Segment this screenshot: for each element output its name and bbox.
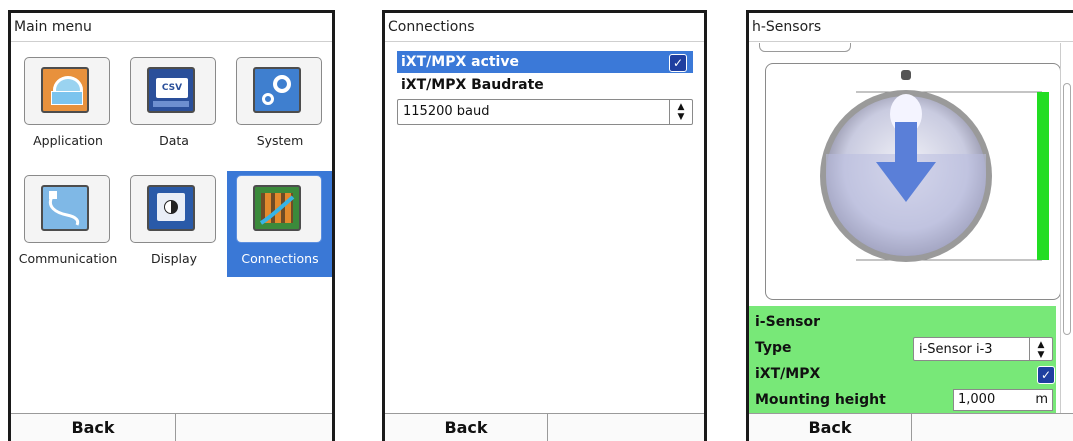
mounting-height-unit: m <box>1035 392 1048 407</box>
main-menu-screen: Main menu Application CSV Data System Co… <box>8 10 335 441</box>
tile-label: Connections <box>241 251 319 266</box>
sensors-screen: h-Sensors i-Sensor Type i-Sensor i-3 ▲ ▼… <box>746 10 1073 441</box>
tile-label: Communication <box>18 251 118 266</box>
type-label: Type <box>755 340 792 356</box>
ixt-mpx-active-checkbox[interactable]: ✓ <box>669 54 687 72</box>
scrollbar-thumb[interactable] <box>1063 83 1071 335</box>
system-gear-icon <box>253 67 301 113</box>
mounting-height-field[interactable]: 1,000 m <box>953 389 1053 411</box>
ixt-mpx-active-row[interactable]: iXT/MPX active ✓ <box>397 51 693 73</box>
back-button[interactable]: Back <box>749 414 911 441</box>
softkey-bar: Back <box>385 413 704 441</box>
screen-title: Connections <box>385 13 704 42</box>
section-label: i-Sensor <box>755 314 821 330</box>
updown-arrow-icon: ▲ ▼ <box>669 100 692 124</box>
i-sensor-panel: i-Sensor Type i-Sensor i-3 ▲ ▼ iXT/MPX ✓ … <box>749 306 1056 414</box>
back-button[interactable]: Back <box>385 414 547 441</box>
connections-screen: Connections iXT/MPX active ✓ iXT/MPX Bau… <box>382 10 707 441</box>
updown-arrow-icon: ▲ ▼ <box>1029 338 1052 360</box>
ixt-mpx-active-label: iXT/MPX active <box>401 54 519 70</box>
tile-communication[interactable]: Communication <box>15 171 121 277</box>
sensor-diagram <box>820 70 1049 262</box>
tile-data[interactable]: CSV Data <box>121 53 227 159</box>
softkey-bar: Back <box>749 413 1073 441</box>
connections-icon <box>253 185 301 231</box>
type-value: i-Sensor i-3 <box>919 342 993 357</box>
screen-title: Main menu <box>11 13 332 42</box>
tile-system[interactable]: System <box>227 53 332 159</box>
sensor-visualization <box>765 63 1061 300</box>
screen-title: h-Sensors <box>749 13 1073 42</box>
type-select[interactable]: i-Sensor i-3 ▲ ▼ <box>913 337 1053 361</box>
application-icon <box>41 67 89 113</box>
csv-label: CSV <box>156 78 188 98</box>
baudrate-select[interactable]: 115200 baud ▲ ▼ <box>397 99 693 125</box>
tile-application[interactable]: Application <box>15 53 121 159</box>
display-brightness-icon <box>147 185 195 231</box>
communication-icon <box>41 185 89 231</box>
tile-label: System <box>256 133 304 148</box>
clipped-control <box>759 43 851 52</box>
scrollbar[interactable] <box>1060 43 1073 414</box>
softkey-bar: Back <box>11 413 332 441</box>
mounting-height-value: 1,000 <box>958 392 996 407</box>
tile-connections[interactable]: Connections <box>227 171 332 277</box>
tile-label: Data <box>159 133 189 148</box>
data-icon: CSV <box>147 67 195 113</box>
tile-display[interactable]: Display <box>121 171 227 277</box>
baudrate-label: iXT/MPX Baudrate <box>401 77 544 93</box>
tile-label: Display <box>150 251 198 266</box>
tile-label: Application <box>33 133 103 148</box>
ixt-mpx-checkbox[interactable]: ✓ <box>1037 366 1055 384</box>
ixt-mpx-label: iXT/MPX <box>755 366 821 382</box>
mounting-height-label: Mounting height <box>755 392 886 408</box>
back-button[interactable]: Back <box>11 414 175 441</box>
baudrate-value: 115200 baud <box>403 104 490 119</box>
